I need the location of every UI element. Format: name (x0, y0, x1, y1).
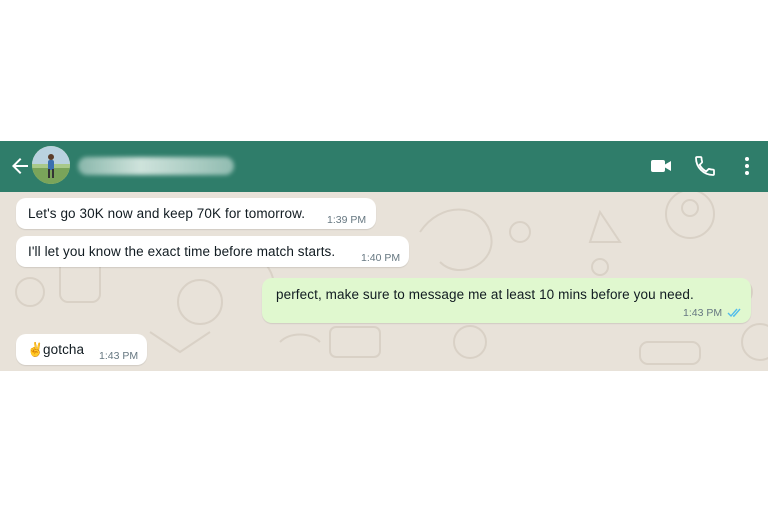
menu-button[interactable] (735, 154, 759, 178)
message-time: 1:39 PM (327, 214, 367, 226)
message-text: gotcha (43, 342, 85, 357)
kebab-menu-icon (745, 157, 749, 175)
message-bubble-incoming[interactable]: ✌️ gotcha 1:43 PM (16, 334, 147, 365)
chat-header: ●●●● ●●● ●●●●● (0, 141, 768, 192)
message-list[interactable]: Let's go 30K now and keep 70K for tomorr… (0, 192, 768, 371)
message-bubble-incoming[interactable]: I'll let you know the exact time before … (16, 236, 409, 267)
back-button[interactable] (8, 154, 32, 178)
contact-avatar[interactable] (32, 146, 70, 184)
phone-icon (695, 156, 715, 176)
victory-hand-emoji: ✌️ (27, 342, 44, 357)
double-check-icon (727, 308, 741, 318)
video-camera-icon (651, 160, 671, 172)
message-text: I'll let you know the exact time before … (28, 244, 336, 259)
message-bubble-outgoing[interactable]: perfect, make sure to message me at leas… (262, 278, 751, 323)
video-call-button[interactable] (649, 154, 673, 178)
message-text: perfect, make sure to message me at leas… (276, 287, 694, 302)
message-time: 1:43 PM (99, 350, 139, 362)
message-time: 1:40 PM (361, 252, 401, 264)
message-text: Let's go 30K now and keep 70K for tomorr… (28, 206, 306, 221)
arrow-left-icon (12, 158, 28, 174)
contact-name[interactable]: ●●●● ●●● ●●●●● (78, 157, 234, 175)
voice-call-button[interactable] (693, 154, 717, 178)
chat-window: ●●●● ●●● ●●●●● (0, 141, 768, 371)
message-time: 1:43 PM (683, 307, 723, 319)
message-bubble-incoming[interactable]: Let's go 30K now and keep 70K for tomorr… (16, 198, 376, 229)
